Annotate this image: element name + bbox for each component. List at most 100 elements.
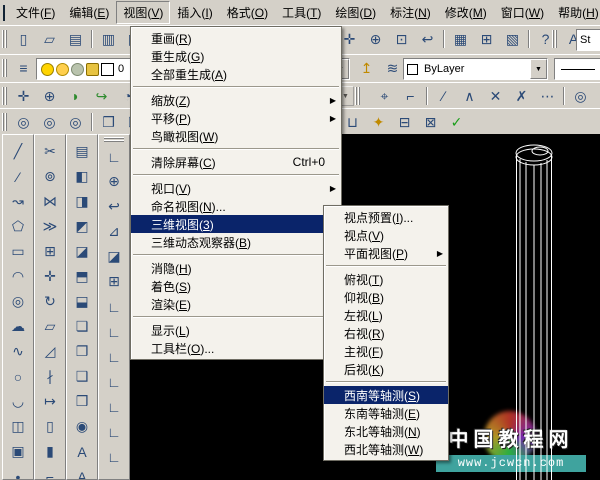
extend-icon[interactable]: ↦ bbox=[37, 389, 63, 414]
menu-item-三维视图[interactable]: 三维视图(3)▶ bbox=[131, 215, 341, 233]
ucs-z-icon[interactable]: ∟ bbox=[101, 419, 127, 444]
menubar-item-e[interactable]: 编辑(E) bbox=[62, 1, 116, 24]
ucs-z-axis-icon[interactable]: ∟ bbox=[101, 319, 127, 344]
zoom-realtime-icon[interactable]: ⊕ bbox=[363, 27, 388, 51]
view-right-icon[interactable]: ◪ bbox=[69, 239, 95, 264]
circle-icon[interactable]: ◎ bbox=[5, 289, 31, 314]
menu-item-俯视[interactable]: 俯视(T) bbox=[324, 270, 448, 288]
ucs-view-icon[interactable]: ⊞ bbox=[101, 269, 127, 294]
scale-icon[interactable]: ◿ bbox=[37, 339, 63, 364]
view-se-iso-icon[interactable]: ❐ bbox=[69, 339, 95, 364]
palette-icon[interactable]: ▦ bbox=[448, 27, 473, 51]
zoom-realtime-icon[interactable]: ⊕ bbox=[37, 84, 62, 108]
toolbar-grip[interactable] bbox=[355, 87, 360, 105]
menu-item-鸟瞰视图[interactable]: 鸟瞰视图(W) bbox=[131, 127, 341, 145]
point-icon[interactable]: • bbox=[5, 464, 31, 480]
view-front-icon[interactable]: ⬒ bbox=[69, 264, 95, 289]
print-icon[interactable]: ▥ bbox=[96, 27, 121, 51]
revision-cloud-icon[interactable]: ☁ bbox=[5, 314, 31, 339]
snap-endpoint-icon[interactable]: ∕ bbox=[431, 84, 456, 108]
donut-icon[interactable]: ◎ bbox=[37, 110, 62, 134]
ellipse-arc-icon[interactable]: ◡ bbox=[5, 389, 31, 414]
snap-center-icon[interactable]: ◎ bbox=[568, 84, 593, 108]
menubar-item-h[interactable]: 帮助(H) bbox=[551, 1, 600, 24]
layer-lock-icon[interactable] bbox=[86, 62, 99, 76]
color-combo-dropdown[interactable]: ▼ bbox=[530, 59, 547, 79]
menu-item-西北等轴测[interactable]: 西北等轴测(W) bbox=[324, 440, 448, 458]
toolbar-grip[interactable] bbox=[2, 113, 7, 131]
menubar-item-f[interactable]: 文件(F) bbox=[9, 1, 62, 24]
layer-freeze-vp-icon[interactable] bbox=[71, 62, 84, 76]
new-file-icon[interactable]: ▯ bbox=[11, 27, 36, 51]
toolbar-grip[interactable] bbox=[104, 137, 124, 142]
menubar-item-t[interactable]: 工具(T) bbox=[275, 1, 328, 24]
snap-apparent-icon[interactable]: ✗ bbox=[509, 84, 534, 108]
ucs-x-icon[interactable]: ∟ bbox=[101, 369, 127, 394]
move-icon[interactable]: ✛ bbox=[37, 264, 63, 289]
snap-midpoint-icon[interactable]: ∧ bbox=[457, 84, 482, 108]
menu-item-渲染[interactable]: 渲染(E)▶ bbox=[131, 295, 341, 313]
menubar-item-o[interactable]: 格式(O) bbox=[220, 1, 275, 24]
ucs-y-icon[interactable]: ∟ bbox=[101, 394, 127, 419]
snap-quadrant-icon[interactable]: ◇ bbox=[594, 84, 600, 108]
zoom-window-green-icon[interactable]: ◗ bbox=[63, 84, 88, 108]
zoom-previous-icon[interactable]: ↩ bbox=[415, 27, 440, 51]
imprint-icon[interactable]: ⊠ bbox=[418, 110, 443, 134]
trim-icon[interactable]: ∤ bbox=[37, 364, 63, 389]
polygon-icon[interactable]: ⬠ bbox=[5, 214, 31, 239]
menu-item-平面视图[interactable]: 平面视图(P) ▶ bbox=[324, 244, 448, 262]
menu-item-视点[interactable]: 视点(V) bbox=[324, 226, 448, 244]
snap-intersection-icon[interactable]: ✕ bbox=[483, 84, 508, 108]
ucs-apply-icon[interactable]: ∟ bbox=[101, 444, 127, 469]
join-icon[interactable]: ▮ bbox=[37, 439, 63, 464]
text-style-a-icon[interactable]: A bbox=[69, 439, 95, 464]
polyline-icon[interactable]: ↝ bbox=[5, 189, 31, 214]
copy-object-icon[interactable]: ⊚ bbox=[37, 164, 63, 189]
clean-icon[interactable]: ✦ bbox=[366, 110, 391, 134]
layer-color-icon[interactable] bbox=[101, 62, 114, 76]
zoom-previous-green-icon[interactable]: ↪ bbox=[89, 84, 114, 108]
menu-item-西南等轴测[interactable]: 西南等轴测(S) bbox=[324, 386, 448, 404]
view-bottom-icon[interactable]: ◨ bbox=[69, 189, 95, 214]
text-style-b-icon[interactable]: A bbox=[69, 464, 95, 480]
arc-icon[interactable]: ◠ bbox=[5, 264, 31, 289]
construction-line-icon[interactable]: ⁄ bbox=[5, 164, 31, 189]
view-sw-iso-icon[interactable]: ❏ bbox=[69, 314, 95, 339]
make-layer-current-icon[interactable]: ↥ bbox=[354, 56, 379, 80]
break-icon[interactable]: ▯ bbox=[37, 414, 63, 439]
menubar-item-w[interactable]: 窗口(W) bbox=[494, 1, 551, 24]
view-left-icon[interactable]: ◩ bbox=[69, 214, 95, 239]
toolbar-grip[interactable] bbox=[2, 30, 7, 48]
menu-item-视口[interactable]: 视口(V) ▶ bbox=[131, 179, 341, 197]
view-nw-iso-icon[interactable]: ❒ bbox=[69, 389, 95, 414]
layer-on-icon[interactable] bbox=[41, 62, 54, 76]
ellipse-icon[interactable]: ○ bbox=[5, 364, 31, 389]
menu-item-着色[interactable]: 着色(S)▶ bbox=[131, 277, 341, 295]
menu-item-重生成[interactable]: 重生成(G) bbox=[131, 47, 341, 65]
ucs-face-icon[interactable]: ◪ bbox=[101, 244, 127, 269]
menu-item-显示[interactable]: 显示(L)▶ bbox=[131, 321, 341, 339]
line-icon[interactable]: ╱ bbox=[5, 139, 31, 164]
fillet-icon[interactable]: ⌐ bbox=[37, 464, 63, 480]
array-icon[interactable]: ⊞ bbox=[37, 239, 63, 264]
check-icon[interactable]: ✓ bbox=[444, 110, 469, 134]
snap-from-icon[interactable]: ⌐ bbox=[398, 84, 423, 108]
menubar-item-d[interactable]: 绘图(D) bbox=[328, 1, 383, 24]
separate-icon[interactable]: ⊟ bbox=[392, 110, 417, 134]
erase-icon[interactable]: ✂ bbox=[37, 139, 63, 164]
layer-thaw-icon[interactable] bbox=[56, 62, 69, 76]
ucs-object-icon[interactable]: ⊿ bbox=[101, 219, 127, 244]
menubar-item-m[interactable]: 修改(M) bbox=[438, 1, 494, 24]
view-back-icon[interactable]: ⬓ bbox=[69, 289, 95, 314]
properties-table-icon[interactable]: ⊞ bbox=[474, 27, 499, 51]
zoom-window-icon[interactable]: ⊡ bbox=[389, 27, 414, 51]
mirror-icon[interactable]: ⋈ bbox=[37, 189, 63, 214]
insert-block-icon[interactable]: ◫ bbox=[5, 414, 31, 439]
menu-item-工具栏[interactable]: 工具栏(O)... bbox=[131, 339, 341, 357]
menu-item-全部重生成[interactable]: 全部重生成(A) bbox=[131, 65, 341, 83]
linetype-combo[interactable] bbox=[554, 58, 600, 80]
dbconnect-icon[interactable]: ▧ bbox=[500, 27, 525, 51]
ucs-previous-icon[interactable]: ↩ bbox=[101, 194, 127, 219]
menu-item-东北等轴测[interactable]: 东北等轴测(N) bbox=[324, 422, 448, 440]
stretch-icon[interactable]: ▱ bbox=[37, 314, 63, 339]
